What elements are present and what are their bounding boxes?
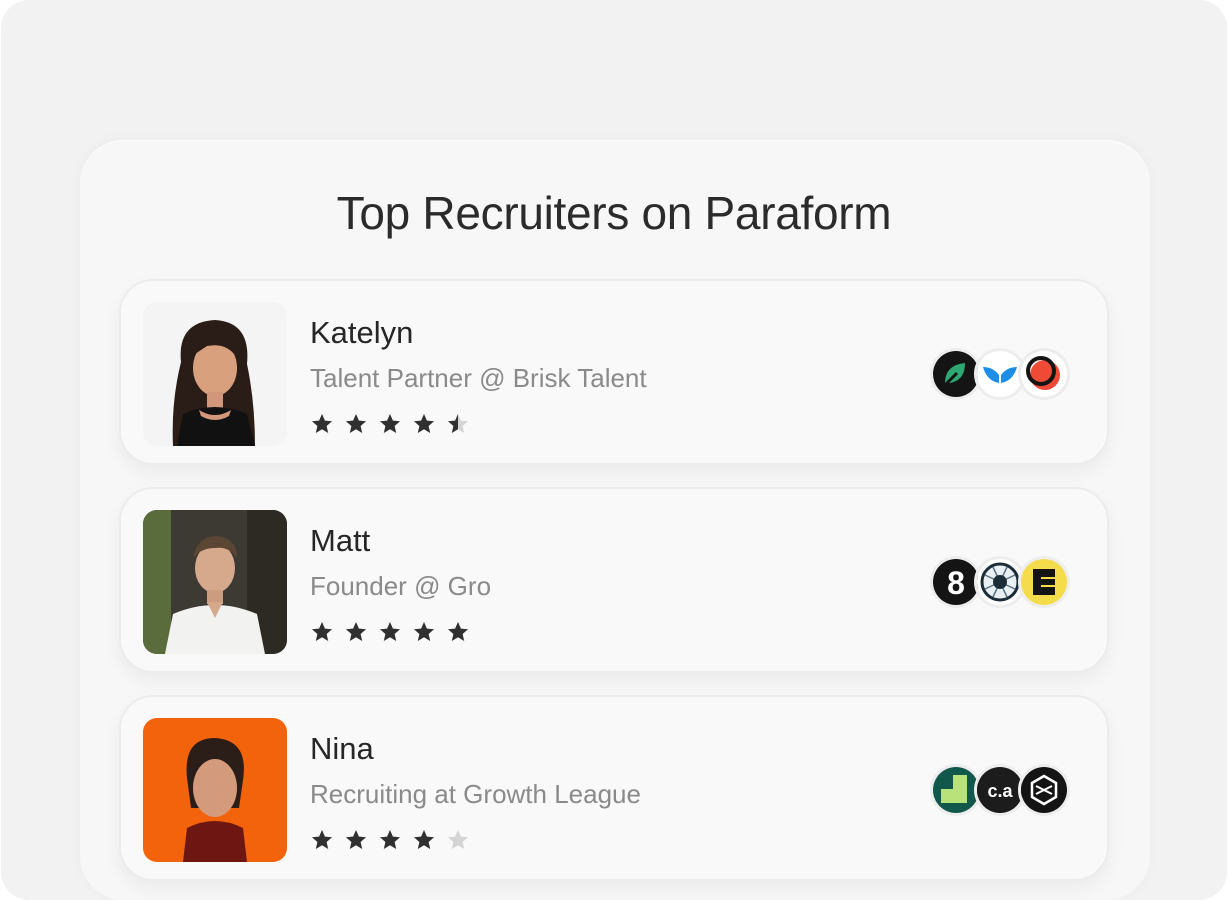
page-title: Top Recruiters on Paraform: [336, 187, 892, 239]
red-circle-logo-icon: [1018, 348, 1070, 400]
company-logos: c.a: [930, 764, 1076, 816]
star-filled-icon: [312, 622, 332, 641]
star-filled-icon: [414, 830, 434, 849]
recruiter-card[interactable]: Katelyn Talent Partner @ Brisk Talent: [119, 279, 1109, 465]
yellow-stack-logo-icon: [1018, 556, 1070, 608]
star-filled-icon: [346, 414, 366, 433]
recruiter-role: Founder @ Gro: [310, 571, 492, 601]
rating-stars: [310, 412, 470, 436]
star-half-icon: [448, 414, 468, 433]
star-filled-icon: [414, 414, 434, 433]
avatar: [143, 302, 287, 446]
star-filled-icon: [380, 830, 400, 849]
dark-hexagon-logo-icon: [1018, 764, 1070, 816]
star-filled-icon: [312, 830, 332, 849]
recruiter-name: Matt: [310, 523, 371, 558]
eight-logo-text: 8: [947, 565, 965, 601]
star-empty-icon: [448, 830, 468, 849]
rating-stars: [310, 620, 470, 644]
recruiter-card[interactable]: Nina Recruiting at Growth League c.a: [119, 695, 1109, 881]
recruiter-role: Talent Partner @ Brisk Talent: [310, 363, 647, 393]
recruiter-name: Katelyn: [310, 315, 414, 350]
company-logos: [930, 348, 1076, 400]
avatar: [143, 510, 287, 654]
recruiter-role: Recruiting at Growth League: [310, 779, 641, 809]
star-filled-icon: [380, 414, 400, 433]
star-filled-icon: [380, 622, 400, 641]
recruiter-name: Nina: [310, 731, 374, 766]
company-logos: 8: [930, 556, 1076, 608]
ca-logo-text: c.a: [987, 781, 1013, 801]
star-filled-icon: [346, 830, 366, 849]
rating-stars: [310, 828, 470, 852]
star-filled-icon: [312, 414, 332, 433]
star-filled-icon: [414, 622, 434, 641]
star-filled-icon: [448, 622, 468, 641]
star-filled-icon: [346, 622, 366, 641]
avatar: [143, 718, 287, 862]
recruiter-card[interactable]: Matt Founder @ Gro 8: [119, 487, 1109, 673]
